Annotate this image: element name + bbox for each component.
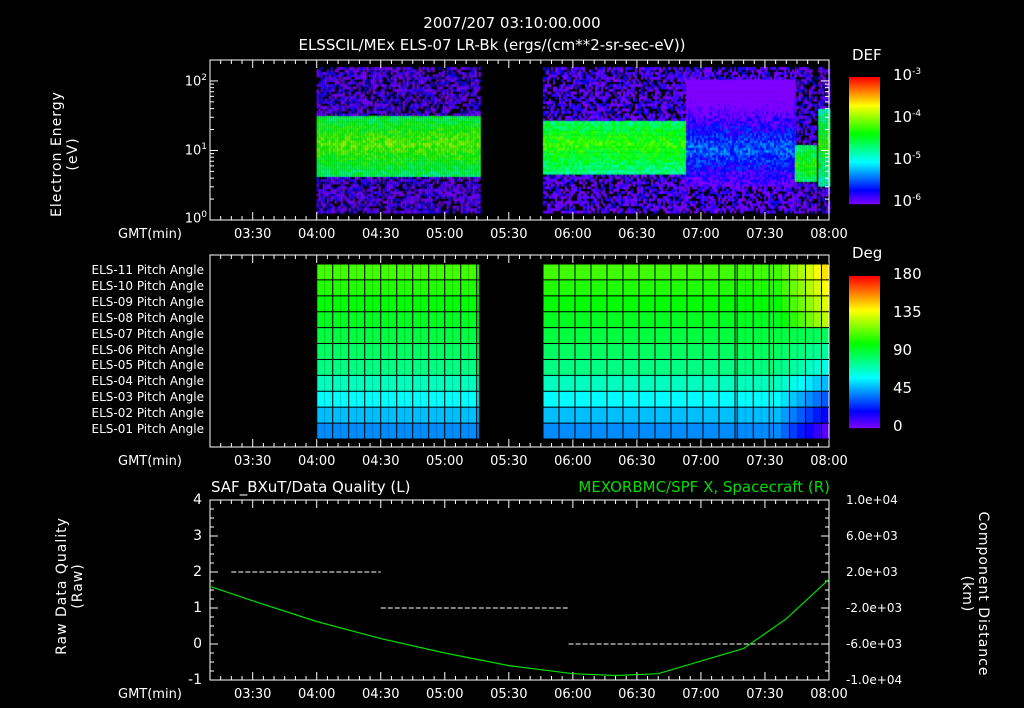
panel1-title: ELSSCIL/MEx ELS-07 LR-Bk (ergs/(cm**2-sr… xyxy=(298,36,686,54)
colorbar2 xyxy=(849,427,880,429)
time-tick-label: 04:30 xyxy=(362,454,400,469)
cb1-tick: 10-5 xyxy=(893,150,922,168)
left-ytick: 0 xyxy=(193,636,202,652)
panel-frame xyxy=(209,59,830,221)
pitch-row-label: ELS-10 Pitch Angle xyxy=(91,278,204,293)
time-tick-label: 07:00 xyxy=(682,687,720,702)
colorbar1 xyxy=(849,203,880,205)
left-ytick: -1 xyxy=(188,672,202,688)
colorbar1-label: DEF xyxy=(852,46,882,64)
cb1-tick: 10-6 xyxy=(893,192,922,210)
panel-frame xyxy=(209,254,830,448)
time-axis-label: GMT(min) xyxy=(118,227,182,242)
time-tick-label: 07:00 xyxy=(682,454,720,469)
left-ytick: 4 xyxy=(193,492,202,508)
panel3-ylabel-left: Raw Data Quality (Raw) xyxy=(54,517,86,655)
time-tick-label: 07:30 xyxy=(746,227,784,242)
pitch-row-label: ELS-07 Pitch Angle xyxy=(91,326,204,341)
right-ytick: 1.0e+04 xyxy=(846,493,898,507)
time-tick-label: 07:30 xyxy=(746,687,784,702)
pitch-row-label: ELS-09 Pitch Angle xyxy=(91,294,204,309)
time-tick-label: 03:30 xyxy=(233,227,272,242)
right-ytick: 2.0e+03 xyxy=(846,565,898,579)
time-tick-label: 05:00 xyxy=(426,227,464,242)
colorbar2-label: Deg xyxy=(852,244,883,262)
plot-datetime: 2007/207 03:10:00.000 xyxy=(423,14,601,32)
cb2-tick: 135 xyxy=(893,303,922,321)
panel3-left-title: SAF_BXuT/Data Quality (L) xyxy=(211,478,411,496)
time-tick-label: 04:00 xyxy=(297,454,336,469)
time-tick-label: 03:30 xyxy=(233,687,272,702)
time-tick-label: 06:30 xyxy=(618,687,656,702)
cb2-tick: 45 xyxy=(893,379,913,397)
spf-x-line xyxy=(209,578,830,677)
time-tick-label: 04:30 xyxy=(362,687,400,702)
time-tick-label: 08:00 xyxy=(810,454,848,469)
time-tick-label: 05:00 xyxy=(426,454,464,469)
time-tick-label: 07:00 xyxy=(682,227,720,242)
pitch-row-label: ELS-08 Pitch Angle xyxy=(91,310,204,325)
pitch-row-label: ELS-11 Pitch Angle xyxy=(91,263,204,277)
time-tick-label: 06:00 xyxy=(554,687,592,702)
right-ytick: -6.0e+03 xyxy=(846,637,903,651)
pitch-row-label: ELS-01 Pitch Angle xyxy=(91,422,204,437)
pitch-row-label: ELS-05 Pitch Angle xyxy=(91,358,204,373)
time-tick-label: 04:30 xyxy=(362,227,400,242)
time-tick-label: 06:00 xyxy=(554,454,592,469)
time-tick-label: 05:30 xyxy=(490,454,528,469)
time-tick-label: 07:30 xyxy=(746,454,784,469)
left-ytick: 1 xyxy=(193,600,202,616)
cb1-tick: 10-4 xyxy=(893,108,922,126)
panel3-ylabel-right: Component Distance (km) xyxy=(959,511,991,677)
time-axis-label: GMT(min) xyxy=(118,687,182,702)
time-tick-label: 08:00 xyxy=(810,687,848,702)
panel1-ylabel: Electron Energy (eV) xyxy=(49,91,81,217)
time-tick-label: 05:30 xyxy=(490,227,528,242)
pitch-row-label: ELS-04 Pitch Angle xyxy=(91,374,204,389)
cb1-tick: 10-3 xyxy=(893,66,922,84)
time-tick-label: 04:00 xyxy=(297,227,336,242)
cb2-tick: 180 xyxy=(893,265,922,283)
right-ytick: 6.0e+03 xyxy=(846,529,898,543)
time-tick-label: 08:00 xyxy=(810,227,848,242)
right-ytick: -1.0e+04 xyxy=(846,673,903,687)
cb2-tick: 0 xyxy=(893,417,903,435)
right-ytick: -2.0e+03 xyxy=(846,601,903,615)
time-tick-label: 03:30 xyxy=(233,454,272,469)
time-tick-label: 06:00 xyxy=(554,227,592,242)
panel3-right-title: MEXORBMC/SPF X, Spacecraft (R) xyxy=(578,478,830,496)
time-tick-label: 06:30 xyxy=(618,454,656,469)
ytick-1e1: 101 xyxy=(184,142,207,159)
ytick-1e2: 102 xyxy=(184,73,207,90)
time-tick-label: 04:00 xyxy=(297,687,336,702)
pitch-row-label: ELS-02 Pitch Angle xyxy=(91,406,204,421)
pitch-row-label: ELS-03 Pitch Angle xyxy=(91,390,204,405)
panel-frame xyxy=(209,499,830,681)
left-ytick: 2 xyxy=(193,564,202,580)
cb2-tick: 90 xyxy=(893,341,913,359)
time-axis-label: GMT(min) xyxy=(118,454,182,469)
left-ytick: 3 xyxy=(193,528,202,544)
time-tick-label: 05:30 xyxy=(490,687,528,702)
pitch-row-label: ELS-06 Pitch Angle xyxy=(91,342,204,357)
time-tick-label: 05:00 xyxy=(426,687,464,702)
time-tick-label: 06:30 xyxy=(618,227,656,242)
ytick-1e0: 100 xyxy=(184,210,207,227)
